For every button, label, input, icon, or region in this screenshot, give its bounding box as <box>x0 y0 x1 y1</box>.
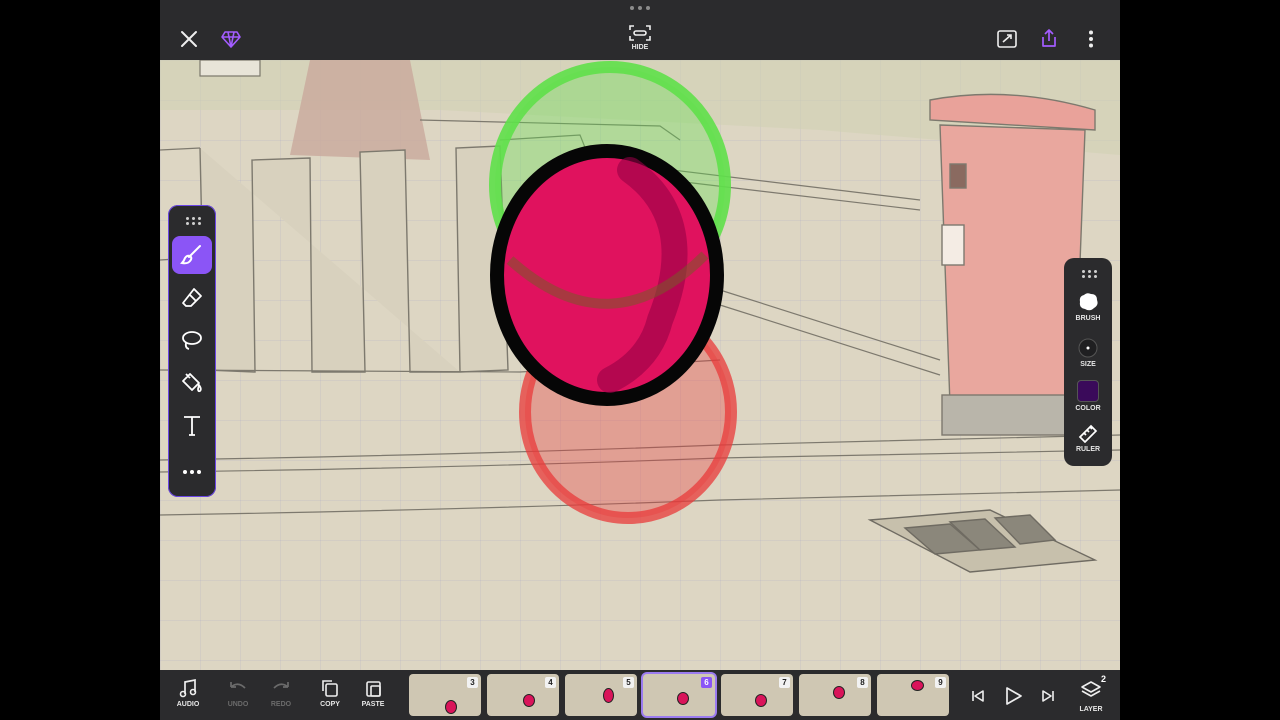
copy-button[interactable]: COPY <box>310 678 350 708</box>
frame-thumbnail[interactable]: 7 <box>721 674 793 716</box>
frame-ball-preview <box>603 688 614 703</box>
skip-back-icon <box>972 690 984 702</box>
fit-screen-icon <box>997 30 1017 48</box>
settings-drag-handle[interactable] <box>1082 270 1097 278</box>
more-horizontal-icon <box>183 470 201 474</box>
redo-button[interactable]: REDO <box>261 678 301 708</box>
diamond-icon <box>221 31 241 48</box>
ruler-icon <box>1078 424 1098 443</box>
frame-number: 3 <box>467 677 478 688</box>
frame-thumbnail[interactable]: 8 <box>799 674 871 716</box>
frame-thumbnail[interactable]: 3 <box>409 674 481 716</box>
brush-tool[interactable] <box>172 236 212 274</box>
frame-number: 7 <box>779 677 790 688</box>
paste-label: PASTE <box>361 701 385 708</box>
eraser-icon <box>182 288 202 307</box>
frame-thumbnail[interactable]: 6 <box>643 674 715 716</box>
ruler-label: RULER <box>1075 446 1101 453</box>
last-frame-button[interactable] <box>1038 686 1058 706</box>
fill-tool[interactable] <box>172 364 212 402</box>
ball-drawing <box>490 144 724 406</box>
frame-ball-preview <box>677 692 689 705</box>
timeline-bar: AUDIO UNDO REDO COPY PASTE 3 4 5 6 7 8 9 2 LAY… <box>160 670 1120 720</box>
layer-button[interactable]: 2 LAYER <box>1071 674 1111 713</box>
palette-drag-handle[interactable] <box>186 217 201 225</box>
more-vertical-icon <box>1089 30 1093 48</box>
frame-number: 9 <box>935 677 946 688</box>
tool-palette <box>168 205 216 497</box>
lasso-icon <box>182 331 202 350</box>
undo-icon <box>230 682 246 689</box>
play-icon <box>1006 687 1022 705</box>
hide-icon <box>629 25 651 41</box>
copy-icon <box>322 680 338 697</box>
frame-ball-preview <box>523 694 535 707</box>
share-icon <box>1042 29 1056 47</box>
more-tools-button[interactable] <box>172 453 212 491</box>
brush-shape-icon <box>1079 293 1098 311</box>
brush-label: BRUSH <box>1075 315 1101 322</box>
copy-label: COPY <box>320 701 340 708</box>
frame-ball-preview <box>755 694 767 707</box>
color-swatch <box>1077 380 1099 402</box>
brush-icon <box>180 245 201 265</box>
color-label: COLOR <box>1075 405 1101 412</box>
size-button[interactable]: SIZE <box>1064 338 1112 368</box>
frame-thumbnail[interactable]: 5 <box>565 674 637 716</box>
frame-number: 8 <box>857 677 868 688</box>
ruler-button[interactable]: RULER <box>1064 423 1112 453</box>
frame-ball-preview <box>911 680 924 691</box>
eraser-tool[interactable] <box>172 279 212 317</box>
frame-ball-preview <box>833 686 845 699</box>
first-frame-button[interactable] <box>968 686 988 706</box>
layer-count: 2 <box>1100 674 1106 684</box>
undo-button[interactable]: UNDO <box>218 678 258 708</box>
text-tool[interactable] <box>172 407 212 445</box>
close-button[interactable] <box>178 28 200 50</box>
paste-button[interactable]: PASTE <box>353 678 393 708</box>
hide-label: HIDE <box>631 44 649 51</box>
top-bar: HIDE <box>160 0 1120 60</box>
drawing-canvas[interactable] <box>160 60 1120 670</box>
layers-icon <box>1081 681 1101 697</box>
hide-ui-button[interactable]: HIDE <box>622 24 658 56</box>
paint-bucket-icon <box>182 373 202 393</box>
frame-number: 6 <box>701 677 712 688</box>
skip-forward-icon <box>1042 690 1054 702</box>
frame-thumbnail[interactable]: 9 <box>877 674 949 716</box>
animation-app: HIDE BRUSH SIZE COLOR RULER AUDIO UNDO R… <box>160 0 1120 720</box>
close-icon <box>181 31 197 47</box>
play-button[interactable] <box>1001 684 1025 708</box>
redo-label: REDO <box>270 701 292 708</box>
layer-label: LAYER <box>1079 706 1103 713</box>
frame-thumbnail[interactable]: 4 <box>487 674 559 716</box>
audio-label: AUDIO <box>176 701 200 708</box>
frame-number: 5 <box>623 677 634 688</box>
lasso-tool[interactable] <box>172 321 212 359</box>
brush-settings-palette: BRUSH SIZE COLOR RULER <box>1064 258 1112 466</box>
undo-label: UNDO <box>227 701 249 708</box>
redo-icon <box>273 682 289 689</box>
paste-icon <box>366 681 381 697</box>
drag-handle[interactable] <box>630 6 650 12</box>
premium-button[interactable] <box>220 28 242 50</box>
brush-type-button[interactable]: BRUSH <box>1064 292 1112 322</box>
size-label: SIZE <box>1080 361 1096 368</box>
size-icon <box>1078 338 1098 358</box>
audio-button[interactable]: AUDIO <box>168 678 208 708</box>
fit-screen-button[interactable] <box>996 28 1018 50</box>
color-button[interactable]: COLOR <box>1064 380 1112 412</box>
more-menu-button[interactable] <box>1080 28 1102 50</box>
music-note-icon <box>179 678 197 698</box>
frame-ball-preview <box>445 700 457 714</box>
text-icon <box>184 416 200 436</box>
share-button[interactable] <box>1038 27 1060 49</box>
frame-number: 4 <box>545 677 556 688</box>
